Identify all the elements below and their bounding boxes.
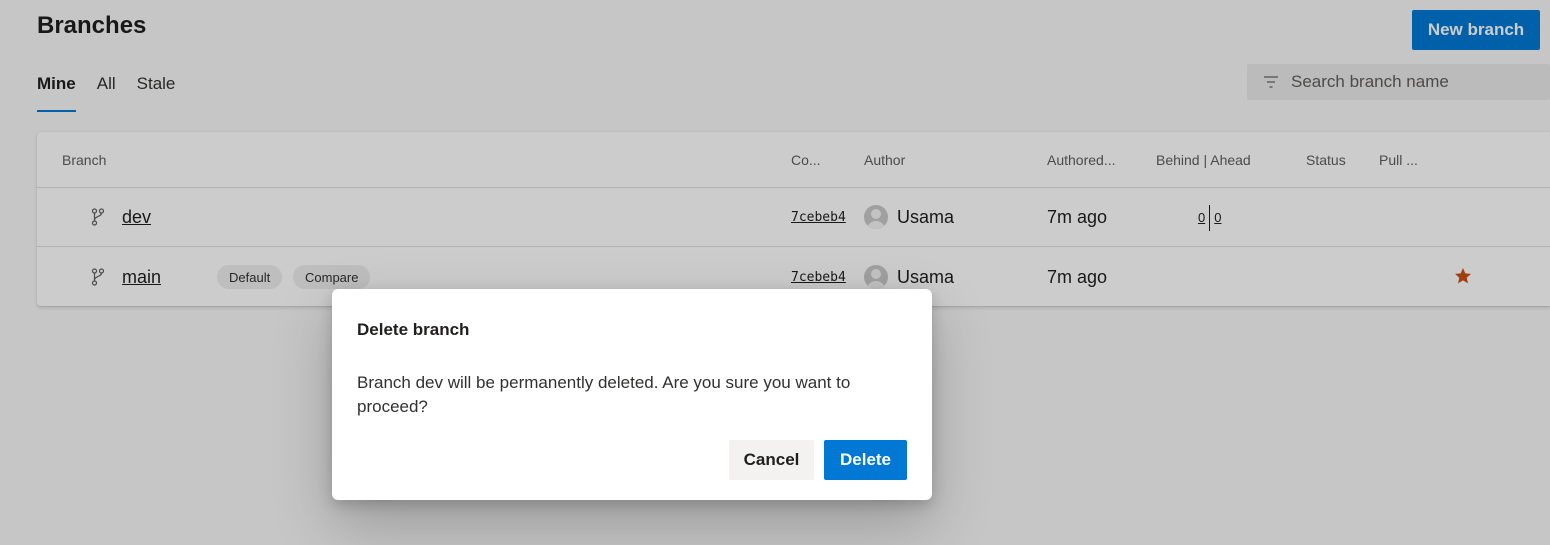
cancel-button[interactable]: Cancel [729,440,814,480]
dialog-message: Branch dev will be permanently deleted. … [357,373,851,416]
delete-button[interactable]: Delete [824,440,907,480]
dialog-title: Delete branch [357,320,470,339]
delete-branch-dialog: Delete branch Branch dev will be permane… [332,289,932,500]
